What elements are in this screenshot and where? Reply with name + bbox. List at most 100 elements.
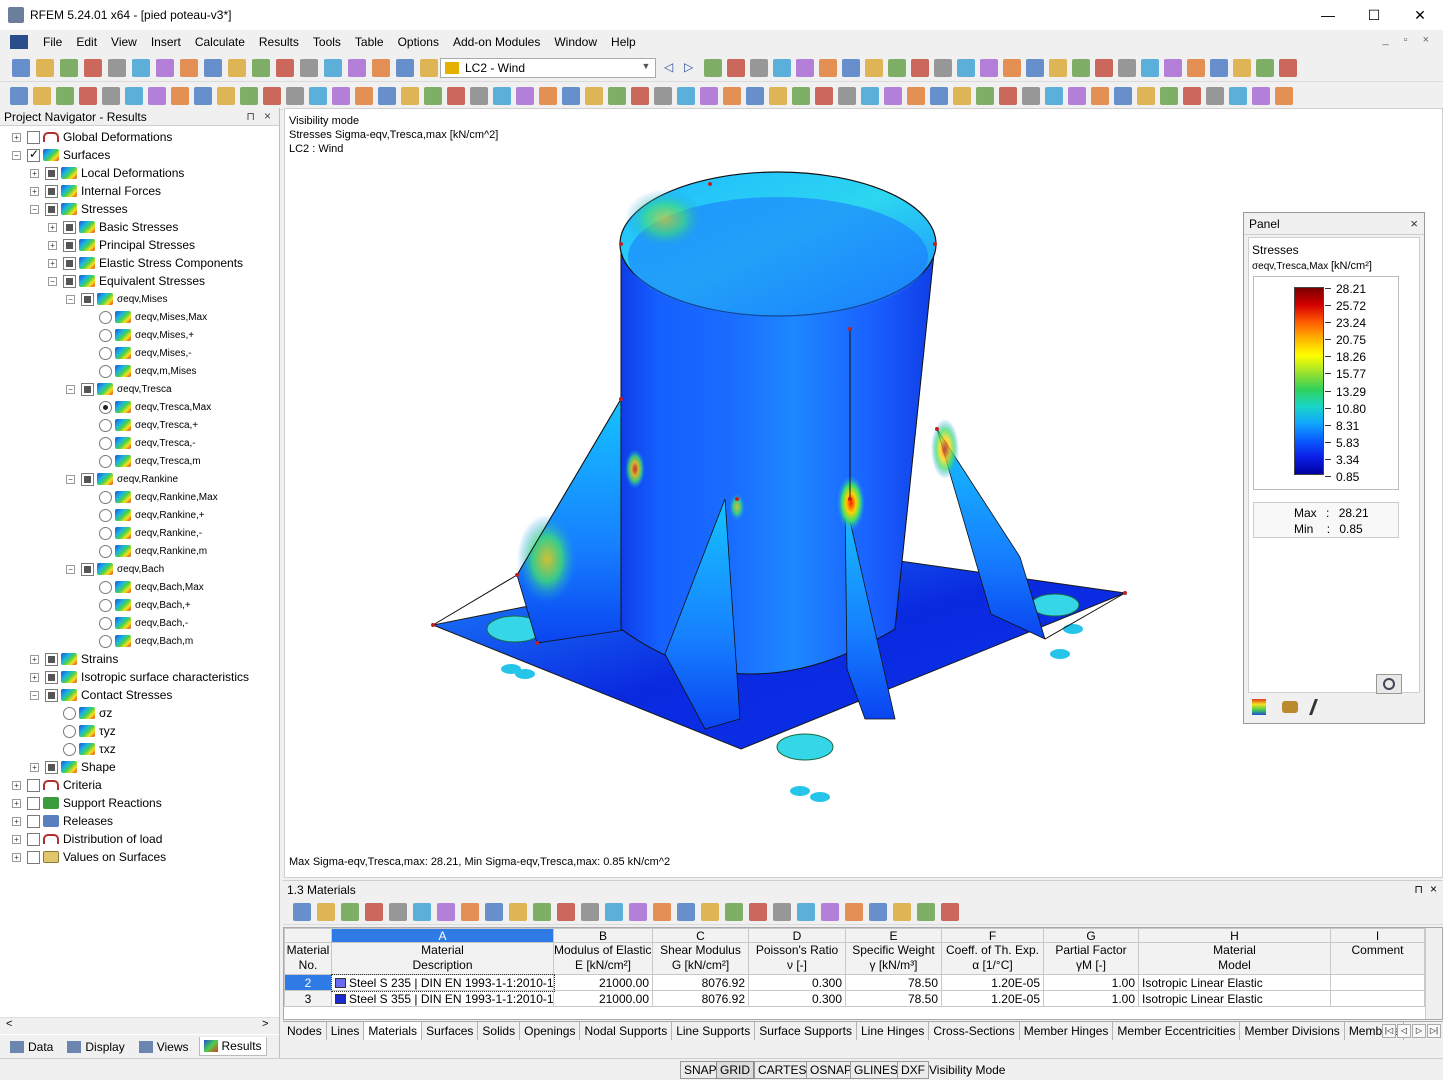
toolbar-tool-icon[interactable] <box>581 903 599 921</box>
toolbar-tool-icon[interactable] <box>33 87 51 105</box>
toolbar-tool-icon[interactable] <box>276 59 294 77</box>
tree-checkbox[interactable] <box>45 760 58 774</box>
toolbar-tool-icon[interactable] <box>171 87 189 105</box>
expand-icon[interactable]: + <box>30 654 39 664</box>
tree-radio[interactable] <box>99 616 112 630</box>
tree-checkbox[interactable] <box>81 292 94 306</box>
color-scale-tab-icon[interactable] <box>1252 699 1266 715</box>
toolbar-tool-icon[interactable] <box>677 87 695 105</box>
material-description-cell[interactable]: Steel S 235 | DIN EN 1993-1-1:2010-12 <box>330 973 555 992</box>
navigator-horizontal-scrollbar[interactable]: < > <box>0 1017 279 1034</box>
toolbar-tool-icon[interactable] <box>911 59 929 77</box>
toolbar-tool-icon[interactable] <box>869 903 887 921</box>
column-header[interactable]: Material Model <box>1138 942 1331 975</box>
grid-toggle[interactable]: GRID <box>716 1061 754 1079</box>
minimize-button[interactable]: — <box>1305 0 1351 30</box>
table-tab[interactable]: Solids <box>478 1022 521 1040</box>
column-header[interactable]: Modulus of Elasticity E [kN/cm²] <box>553 942 653 975</box>
toolbar-tool-icon[interactable] <box>629 903 647 921</box>
toolbar-tool-icon[interactable] <box>1256 59 1274 77</box>
tree-radio[interactable] <box>99 328 112 342</box>
toolbar-tool-icon[interactable] <box>725 903 743 921</box>
material-description-cell[interactable]: Steel S 355 | DIN EN 1993-1-1:2010-12 <box>331 990 554 1007</box>
toolbar-tool-icon[interactable] <box>907 87 925 105</box>
toolbar-tool-icon[interactable] <box>654 87 672 105</box>
toolbar-tool-icon[interactable] <box>317 903 335 921</box>
tree-item[interactable]: σeqv,m,Mises <box>84 362 197 380</box>
tree-item[interactable]: σeqv,Bach,Max <box>84 578 204 596</box>
toolbar-tool-icon[interactable] <box>60 59 78 77</box>
material-gamma-cell[interactable]: 78.50 <box>845 990 942 1007</box>
toolbar-tool-icon[interactable] <box>132 59 150 77</box>
tree-item[interactable]: + Elastic Stress Components <box>48 254 243 272</box>
tree-item[interactable]: − σeqv,Mises <box>66 290 167 308</box>
tree-radio[interactable] <box>99 436 112 450</box>
toolbar-tool-icon[interactable] <box>437 903 455 921</box>
tree-item[interactable]: + Criteria <box>12 776 102 794</box>
tree-item[interactable]: − Surfaces <box>12 146 110 164</box>
toolbar-tool-icon[interactable] <box>1183 87 1201 105</box>
tree-checkbox[interactable] <box>27 814 40 828</box>
toolbar-tool-icon[interactable] <box>815 87 833 105</box>
toolbar-tool-icon[interactable] <box>10 87 28 105</box>
toolbar-tool-icon[interactable] <box>1026 59 1044 77</box>
toolbar-tool-icon[interactable] <box>557 903 575 921</box>
toolbar-tool-icon[interactable] <box>1233 59 1251 77</box>
column-header[interactable]: Material No. <box>284 942 332 975</box>
toolbar-tool-icon[interactable] <box>704 59 722 77</box>
toolbar-tool-icon[interactable] <box>701 903 719 921</box>
tree-item[interactable]: σeqv,Tresca,- <box>84 434 196 452</box>
table-pin-icon[interactable]: ⊓ <box>1414 883 1423 896</box>
tree-item[interactable]: − σeqv,Tresca <box>66 380 172 398</box>
toolbar-tool-icon[interactable] <box>516 87 534 105</box>
collapse-icon[interactable]: − <box>30 690 39 700</box>
toolbar-tool-icon[interactable] <box>953 87 971 105</box>
tree-radio[interactable] <box>99 400 112 414</box>
tree-checkbox[interactable] <box>63 238 76 252</box>
first-tab-button[interactable]: |◁ <box>1382 1024 1396 1038</box>
toolbar-tool-icon[interactable] <box>1049 59 1067 77</box>
toolbar-tool-icon[interactable] <box>838 87 856 105</box>
tree-checkbox[interactable] <box>27 832 40 846</box>
expand-icon[interactable]: + <box>30 186 39 196</box>
toolbar-tool-icon[interactable] <box>861 87 879 105</box>
previous-load-case-button[interactable]: ◁ <box>664 60 673 74</box>
glines-toggle[interactable]: GLINES <box>850 1061 903 1079</box>
material-E-cell[interactable]: 21000.00 <box>553 990 653 1007</box>
toolbar-tool-icon[interactable] <box>1072 59 1090 77</box>
menu-insert[interactable]: Insert <box>144 35 188 49</box>
tree-checkbox[interactable] <box>27 850 40 864</box>
tree-checkbox[interactable] <box>45 166 58 180</box>
tree-item[interactable]: σeqv,Bach,+ <box>84 596 191 614</box>
menu-add-on-modules[interactable]: Add-on Modules <box>446 35 547 49</box>
prev-tab-button[interactable]: ◁ <box>1397 1024 1411 1038</box>
toolbar-tool-icon[interactable] <box>79 87 97 105</box>
expand-icon[interactable]: + <box>30 168 39 178</box>
toolbar-tool-icon[interactable] <box>228 59 246 77</box>
material-alpha-cell[interactable]: 1.20E-05 <box>941 974 1044 991</box>
tree-item[interactable]: σeqv,Rankine,Max <box>84 488 218 506</box>
material-no-cell[interactable]: 3 <box>284 990 332 1007</box>
menu-table[interactable]: Table <box>348 35 391 49</box>
toolbar-tool-icon[interactable] <box>792 87 810 105</box>
toolbar-tool-icon[interactable] <box>180 59 198 77</box>
toolbar-tool-icon[interactable] <box>470 87 488 105</box>
toolbar-tool-icon[interactable] <box>309 87 327 105</box>
tree-item[interactable]: + Support Reactions <box>12 794 162 812</box>
collapse-icon[interactable]: − <box>12 150 21 160</box>
tree-item[interactable]: σeqv,Mises,Max <box>84 308 207 326</box>
toolbar-tool-icon[interactable] <box>797 903 815 921</box>
expand-icon[interactable]: + <box>48 240 57 250</box>
snap-toggle[interactable]: SNAP <box>680 1061 721 1079</box>
expand-icon[interactable]: + <box>48 222 57 232</box>
toolbar-tool-icon[interactable] <box>1229 87 1247 105</box>
toolbar-tool-icon[interactable] <box>413 903 431 921</box>
balance-tab-icon[interactable] <box>1282 701 1298 713</box>
expand-icon[interactable]: + <box>12 834 21 844</box>
tree-radio[interactable] <box>99 346 112 360</box>
toolbar-tool-icon[interactable] <box>677 903 695 921</box>
collapse-icon[interactable]: − <box>48 276 57 286</box>
collapse-icon[interactable]: − <box>66 294 75 304</box>
toolbar-tool-icon[interactable] <box>401 87 419 105</box>
toolbar-tool-icon[interactable] <box>893 903 911 921</box>
